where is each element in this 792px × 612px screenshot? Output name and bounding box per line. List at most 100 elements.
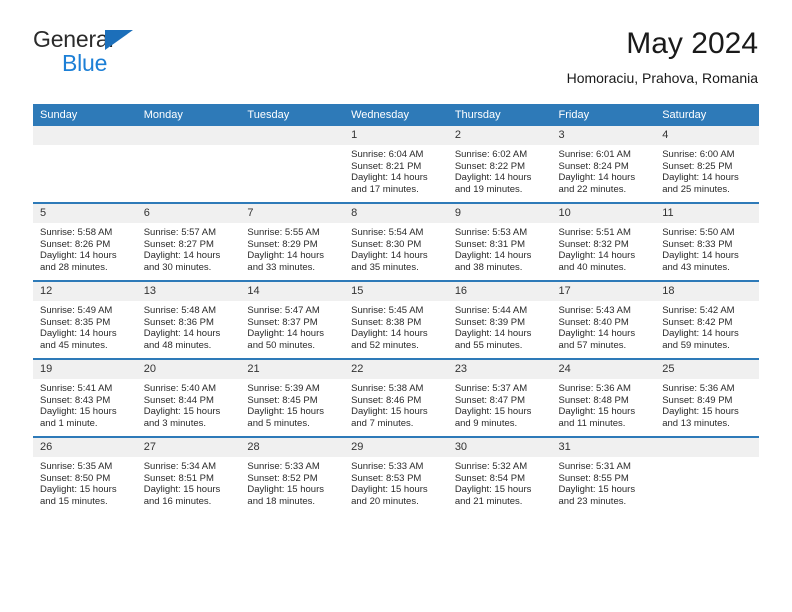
sunrise-text: Sunrise: 5:39 AM — [247, 383, 320, 394]
sunrise-text: Sunrise: 5:43 AM — [558, 305, 631, 316]
sunset-text: Sunset: 8:33 PM — [662, 238, 733, 250]
day-number: 5 — [33, 204, 137, 223]
calendar-day-cell[interactable]: 15 Sunrise: 5:45 AM Sunset: 8:38 PM Dayligh… — [344, 280, 448, 359]
day-number: 1 — [344, 126, 448, 145]
sunrise-text: Sunrise: 5:41 AM — [40, 383, 113, 394]
calendar-day-cell[interactable]: 13 Sunrise: 5:48 AM Sunset: 8:36 PM Dayligh… — [136, 280, 241, 359]
sunrise-text: Sunrise: 5:36 AM — [558, 383, 631, 394]
daylight-text: Daylight: 14 hours and 25 minutes. — [662, 172, 739, 195]
sunrise-text: Sunrise: 5:37 AM — [454, 383, 528, 394]
daylight-text: Daylight: 15 hours and 11 minutes. — [558, 406, 636, 429]
calendar-day-cell[interactable]: 10 Sunrise: 5:51 AM Sunset: 8:32 PM Dayligh… — [551, 202, 656, 281]
day-number: 2 — [447, 126, 552, 145]
day-number: 6 — [136, 204, 241, 223]
daylight-text: Daylight: 14 hours and 43 minutes. — [662, 250, 739, 273]
calendar-day-cell[interactable]: 11 Sunrise: 5:50 AM Sunset: 8:33 PM Dayligh… — [655, 202, 759, 281]
day-number: 13 — [136, 282, 241, 301]
day-details: Sunrise: 5:41 AM Sunset: 8:43 PM Daylight:… — [33, 379, 137, 429]
daylight-text: Daylight: 15 hours and 1 minute. — [40, 406, 117, 429]
day-details: Sunrise: 5:54 AM Sunset: 8:30 PM Daylight:… — [344, 223, 448, 273]
calendar-week-row: 1 Sunrise: 6:04 AM Sunset: 8:21 PM Daylight… — [33, 126, 759, 203]
calendar-day-cell[interactable]: 9 Sunrise: 5:53 AM Sunset: 8:31 PM Daylight… — [447, 202, 552, 281]
daylight-text: Daylight: 15 hours and 16 minutes. — [143, 484, 221, 507]
day-number: 17 — [551, 282, 656, 301]
daylight-text: Daylight: 14 hours and 59 minutes. — [662, 328, 739, 351]
calendar-day-cell[interactable]: 1 Sunrise: 6:04 AM Sunset: 8:21 PM Daylight… — [344, 126, 448, 203]
calendar-day-cell[interactable]: 17 Sunrise: 5:43 AM Sunset: 8:40 PM Dayligh… — [551, 280, 656, 359]
calendar-day-cell[interactable]: 14 Sunrise: 5:47 AM Sunset: 8:37 PM Dayligh… — [240, 280, 345, 359]
day-number: 15 — [344, 282, 448, 301]
sunset-text: Sunset: 8:30 PM — [351, 238, 422, 250]
calendar-day-cell[interactable]: 23 Sunrise: 5:37 AM Sunset: 8:47 PM Dayligh… — [447, 358, 552, 437]
calendar-week-row: 19 Sunrise: 5:41 AM Sunset: 8:43 PM Dayligh… — [33, 358, 759, 437]
day-details: Sunrise: 5:33 AM Sunset: 8:52 PM Daylight:… — [240, 457, 344, 507]
calendar-day-cell[interactable]: 21 Sunrise: 5:39 AM Sunset: 8:45 PM Dayligh… — [240, 358, 345, 437]
sunrise-text: Sunrise: 5:44 AM — [454, 305, 528, 316]
calendar-day-cell[interactable]: 3 Sunrise: 6:01 AM Sunset: 8:24 PM Daylight… — [551, 126, 656, 203]
calendar-day-cell[interactable]: 29 Sunrise: 5:33 AM Sunset: 8:53 PM Dayligh… — [344, 436, 448, 514]
day-number — [655, 438, 759, 457]
calendar-day-cell[interactable]: 26 Sunrise: 5:35 AM Sunset: 8:50 PM Dayligh… — [33, 436, 137, 514]
calendar-day-cell[interactable]: 7 Sunrise: 5:55 AM Sunset: 8:29 PM Daylight… — [240, 202, 345, 281]
daylight-text: Daylight: 15 hours and 3 minutes. — [143, 406, 221, 429]
sunset-text: Sunset: 8:26 PM — [40, 238, 111, 250]
calendar-day-cell[interactable]: 28 Sunrise: 5:33 AM Sunset: 8:52 PM Dayligh… — [240, 436, 345, 514]
day-number: 21 — [240, 360, 345, 379]
calendar-day-cell[interactable]: 19 Sunrise: 5:41 AM Sunset: 8:43 PM Dayligh… — [33, 358, 137, 437]
daylight-text: Daylight: 14 hours and 55 minutes. — [454, 328, 532, 351]
daylight-text: Daylight: 15 hours and 23 minutes. — [558, 484, 636, 507]
day-details: Sunrise: 6:01 AM Sunset: 8:24 PM Daylight:… — [552, 145, 656, 195]
day-details: Sunrise: 5:37 AM Sunset: 8:47 PM Daylight:… — [448, 379, 552, 429]
calendar-day-cell[interactable]: 5 Sunrise: 5:58 AM Sunset: 8:26 PM Daylight… — [33, 202, 137, 281]
daylight-text: Daylight: 14 hours and 40 minutes. — [558, 250, 636, 273]
day-details: Sunrise: 5:33 AM Sunset: 8:53 PM Daylight:… — [344, 457, 448, 507]
calendar-body: 1 Sunrise: 6:04 AM Sunset: 8:21 PM Daylight… — [33, 126, 759, 514]
calendar-day-cell[interactable]: 20 Sunrise: 5:40 AM Sunset: 8:44 PM Dayligh… — [136, 358, 241, 437]
calendar-day-cell[interactable]: 18 Sunrise: 5:42 AM Sunset: 8:42 PM Dayligh… — [655, 280, 759, 359]
calendar-day-cell[interactable]: 2 Sunrise: 6:02 AM Sunset: 8:22 PM Daylight… — [447, 126, 552, 203]
calendar-day-cell[interactable]: 24 Sunrise: 5:36 AM Sunset: 8:48 PM Dayligh… — [551, 358, 656, 437]
sunrise-text: Sunrise: 5:57 AM — [143, 227, 217, 238]
calendar-day-cell[interactable]: 30 Sunrise: 5:32 AM Sunset: 8:54 PM Dayligh… — [447, 436, 552, 514]
calendar-day-cell-empty — [655, 436, 759, 514]
sunset-text: Sunset: 8:51 PM — [143, 472, 214, 484]
daylight-text: Daylight: 15 hours and 15 minutes. — [40, 484, 117, 507]
sunrise-text: Sunrise: 5:33 AM — [247, 461, 320, 472]
calendar-day-cell[interactable]: 12 Sunrise: 5:49 AM Sunset: 8:35 PM Dayligh… — [33, 280, 137, 359]
sunrise-sunset-calendar: Sunday Monday Tuesday Wednesday Thursday… — [33, 104, 759, 514]
sunrise-text: Sunrise: 6:01 AM — [558, 149, 631, 160]
calendar-day-cell[interactable]: 6 Sunrise: 5:57 AM Sunset: 8:27 PM Daylight… — [136, 202, 241, 281]
day-number: 19 — [33, 360, 137, 379]
daylight-text: Daylight: 14 hours and 28 minutes. — [40, 250, 117, 273]
sunset-text: Sunset: 8:45 PM — [247, 394, 318, 406]
day-number — [240, 126, 345, 145]
day-number: 25 — [655, 360, 759, 379]
page-header: General Blue May 2024 Homoraciu, Prahova… — [33, 26, 758, 98]
calendar-page: General Blue May 2024 Homoraciu, Prahova… — [0, 0, 792, 612]
sunrise-text: Sunrise: 5:54 AM — [351, 227, 424, 238]
day-details: Sunrise: 5:58 AM Sunset: 8:26 PM Daylight:… — [33, 223, 137, 273]
calendar-day-cell[interactable]: 22 Sunrise: 5:38 AM Sunset: 8:46 PM Dayligh… — [344, 358, 448, 437]
calendar-day-cell[interactable]: 25 Sunrise: 5:36 AM Sunset: 8:49 PM Dayligh… — [655, 358, 759, 437]
daylight-text: Daylight: 14 hours and 50 minutes. — [247, 328, 324, 351]
calendar-day-cell[interactable]: 4 Sunrise: 6:00 AM Sunset: 8:25 PM Daylight… — [655, 126, 759, 203]
sunrise-text: Sunrise: 5:55 AM — [247, 227, 320, 238]
calendar-day-cell[interactable]: 8 Sunrise: 5:54 AM Sunset: 8:30 PM Daylight… — [344, 202, 448, 281]
day-details: Sunrise: 5:39 AM Sunset: 8:45 PM Daylight:… — [240, 379, 344, 429]
day-details: Sunrise: 5:36 AM Sunset: 8:48 PM Daylight:… — [552, 379, 656, 429]
daylight-text: Daylight: 15 hours and 20 minutes. — [351, 484, 428, 507]
calendar-day-cell[interactable]: 27 Sunrise: 5:34 AM Sunset: 8:51 PM Dayligh… — [136, 436, 241, 514]
weekday-header-saturday: Saturday — [655, 104, 759, 126]
day-details: Sunrise: 5:49 AM Sunset: 8:35 PM Daylight:… — [33, 301, 137, 351]
sunrise-text: Sunrise: 5:53 AM — [454, 227, 528, 238]
sunset-text: Sunset: 8:25 PM — [662, 160, 733, 172]
calendar-day-cell[interactable]: 31 Sunrise: 5:31 AM Sunset: 8:55 PM Dayligh… — [551, 436, 656, 514]
day-details: Sunrise: 5:36 AM Sunset: 8:49 PM Daylight:… — [655, 379, 759, 429]
day-number: 30 — [447, 438, 552, 457]
sunrise-text: Sunrise: 5:38 AM — [351, 383, 424, 394]
location-subtitle: Homoraciu, Prahova, Romania — [566, 70, 758, 86]
daylight-text: Daylight: 15 hours and 7 minutes. — [351, 406, 428, 429]
sunrise-text: Sunrise: 5:58 AM — [40, 227, 113, 238]
calendar-day-cell[interactable]: 16 Sunrise: 5:44 AM Sunset: 8:39 PM Dayligh… — [447, 280, 552, 359]
sunset-text: Sunset: 8:29 PM — [247, 238, 318, 250]
